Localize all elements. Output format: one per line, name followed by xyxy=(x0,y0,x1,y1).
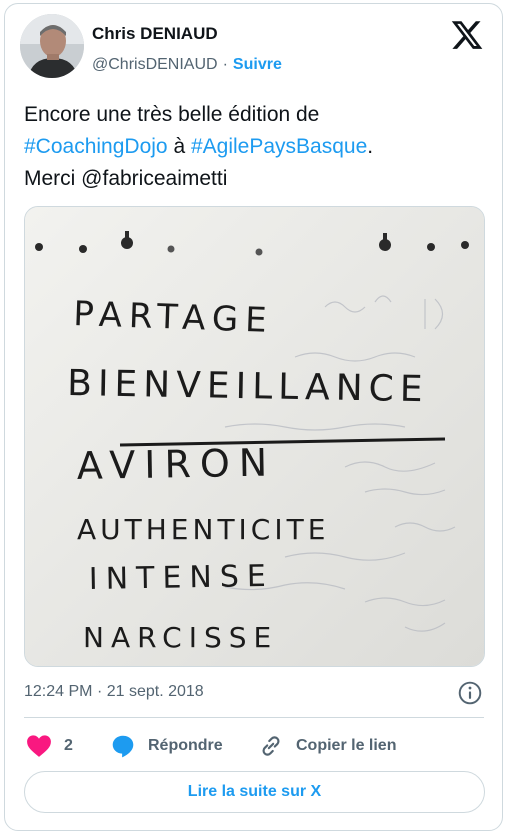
tweet-date: 21 sept. 2018 xyxy=(106,683,204,700)
divider xyxy=(24,717,484,718)
hashtag-coachingdojo[interactable]: #CoachingDojo xyxy=(24,135,168,158)
word-narcisse: NARCISSE xyxy=(83,621,278,654)
reply-label: Répondre xyxy=(148,737,223,754)
link-icon xyxy=(262,736,280,756)
tweet-text-part: . xyxy=(367,135,374,158)
copy-link-button[interactable]: Copier le lien xyxy=(258,732,396,760)
copy-link-label: Copier le lien xyxy=(296,737,397,754)
word-aviron: AVIRON xyxy=(76,441,276,488)
author-handle-row: @ChrisDENIAUD · Suivre xyxy=(92,56,282,74)
timestamp-separator: · xyxy=(96,683,103,700)
reply-bubble-icon xyxy=(112,735,134,758)
word-intense: INTENSE xyxy=(89,559,275,597)
author-handle[interactable]: @ChrisDENIAUD xyxy=(92,56,218,73)
reply-button[interactable]: Répondre xyxy=(110,732,223,760)
flipchart-image: PARTAGE BIENVEILLANCE AVIRON AUTHENTICIT… xyxy=(25,207,484,666)
hashtag-agilepaysbasque[interactable]: #AgilePaysBasque xyxy=(191,135,367,158)
like-count: 2 xyxy=(64,737,73,754)
author-name[interactable]: Chris DENIAUD xyxy=(92,24,218,44)
tweet-text: Encore une très belle édition de #Coachi… xyxy=(24,99,484,195)
tweet-text-part: Merci @fabriceaimetti xyxy=(24,167,228,190)
handle-separator: · xyxy=(222,56,228,73)
like-button[interactable]: 2 xyxy=(26,732,73,760)
avatar[interactable] xyxy=(20,14,84,78)
tweet-text-part: Encore une très belle édition de xyxy=(24,103,320,126)
word-bienveillance: BIENVEILLANCE xyxy=(67,363,429,410)
read-more-button[interactable]: Lire la suite sur X xyxy=(24,771,485,813)
tweet-timestamp[interactable]: 12:24 PM · 21 sept. 2018 xyxy=(24,683,204,701)
word-authenticite: AUTHENTICITE xyxy=(77,513,329,546)
tweet-photo[interactable]: PARTAGE BIENVEILLANCE AVIRON AUTHENTICIT… xyxy=(24,206,485,667)
tweet-text-part: à xyxy=(167,135,191,158)
follow-button[interactable]: Suivre xyxy=(233,56,282,73)
avatar-photo xyxy=(20,14,84,78)
info-icon[interactable] xyxy=(457,680,483,706)
x-logo-icon[interactable] xyxy=(450,18,484,52)
word-partage: PARTAGE xyxy=(73,294,275,341)
tweet-time: 12:24 PM xyxy=(24,683,93,700)
heart-icon xyxy=(27,735,51,757)
